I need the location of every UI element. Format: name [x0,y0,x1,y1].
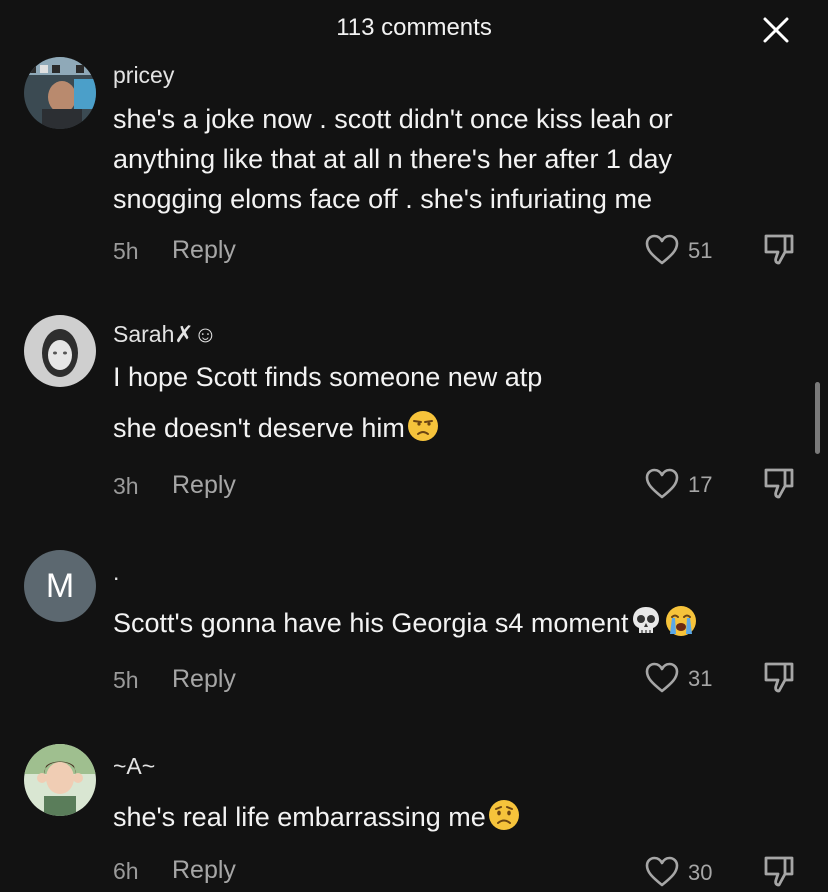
avatar[interactable] [24,57,96,129]
reply-button[interactable]: Reply [172,665,236,694]
heart-icon [645,662,679,693]
comments-count-title: 113 comments [336,14,492,41]
scrollbar[interactable] [815,382,820,454]
reply-button[interactable]: Reply [172,471,236,500]
like-count: 17 [688,472,713,497]
loudly-crying-face-icon [666,606,697,636]
avatar-letter: M [45,567,75,605]
heart-icon [645,468,679,499]
like-button[interactable]: 30 [644,852,724,892]
reply-button[interactable]: Reply [172,236,236,265]
comment-username[interactable]: Sarah✗☺ [113,321,217,348]
avatar[interactable]: M [24,550,96,622]
comment-text-line: she doesn't deserve him [113,413,405,443]
comment-text-line: I hope Scott finds someone new atp [113,362,543,392]
like-button[interactable]: 31 [644,658,724,698]
comment-text-line: Scott's gonna have his Georgia s4 moment [113,608,629,638]
avatar[interactable] [24,315,96,387]
like-button[interactable]: 51 [644,230,724,270]
comment-username[interactable]: . [113,559,119,586]
skull-icon [633,607,660,633]
close-icon[interactable] [760,14,792,46]
like-count: 51 [688,238,713,263]
comment-text-line: snogging eloms face off . she's infuriat… [113,184,652,214]
comment-text-line: anything like that at all n there's her … [113,144,672,174]
dislike-icon[interactable] [762,660,798,696]
comment-username[interactable]: ~A~ [113,753,155,780]
worried-face-icon [488,800,519,830]
comment-text: Scott's gonna have his Georgia s4 moment [113,603,773,643]
comment-text-line-wrap: Scott's gonna have his Georgia s4 moment [113,603,773,643]
like-count: 30 [688,860,713,885]
comment-time: 5h [113,667,139,693]
comment-text-line: she's a joke now . scott didn't once kis… [113,104,673,134]
comment-text: she's a joke now . scott didn't once kis… [113,99,773,219]
dislike-icon[interactable] [762,466,798,502]
comment-time: 6h [113,858,139,884]
comment-time: 5h [113,238,139,264]
comment-username[interactable]: pricey [113,62,174,89]
comments-header: 113 comments [0,0,828,60]
comment-text: she's real life embarrassing me [113,797,773,837]
unamused-face-icon [407,411,438,441]
like-button[interactable]: 17 [644,464,724,504]
comment-text: I hope Scott finds someone new atp she d… [113,357,773,448]
heart-icon [645,234,679,265]
avatar[interactable] [24,744,96,816]
dislike-icon[interactable] [762,232,798,268]
reply-button[interactable]: Reply [172,856,236,885]
comment-text-line: she's real life embarrassing me [113,802,486,832]
like-count: 31 [688,666,713,691]
comment-text-line-wrap: she doesn't deserve him [113,408,773,448]
comment-time: 3h [113,473,139,499]
heart-icon [645,856,679,887]
comment-text-line-wrap: she's real life embarrassing me [113,797,773,837]
dislike-icon[interactable] [762,854,798,890]
